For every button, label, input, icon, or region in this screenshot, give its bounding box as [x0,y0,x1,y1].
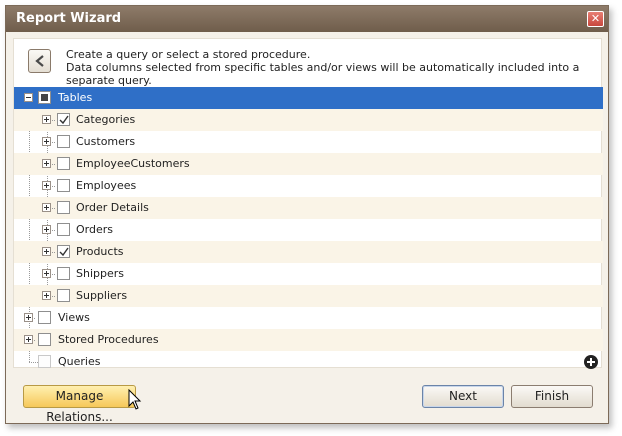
tree-node-label: Suppliers [76,289,128,302]
table-checkbox[interactable] [57,223,70,236]
expand-icon[interactable] [42,203,51,212]
arrow-left-icon [35,55,44,67]
description: Create a query or select a stored proced… [66,48,596,87]
table-checkbox[interactable] [57,157,70,170]
tree-node-table[interactable]: EmployeeCustomers [14,153,603,175]
tables-checkbox[interactable] [38,91,51,104]
next-button[interactable]: Next [422,385,504,408]
expand-icon[interactable] [42,115,51,124]
expand-icon[interactable] [42,181,51,190]
tree-node-label: Employees [76,179,137,192]
table-checkbox[interactable] [57,267,70,280]
tree-node-label: Order Details [76,201,149,214]
tree-node-views[interactable]: Views [14,307,603,329]
mouse-pointer-icon [128,389,142,410]
tree-node-stored-procedures[interactable]: Stored Procedures [14,329,603,351]
views-checkbox[interactable] [38,311,51,324]
table-checkbox[interactable] [57,289,70,302]
tree-node-label: Views [58,311,90,324]
tree-node-tables[interactable]: Tables [14,87,603,109]
expand-icon[interactable] [42,225,51,234]
content-panel: Create a query or select a stored proced… [13,38,603,369]
tree-node-label: Shippers [76,267,124,280]
add-query-icon[interactable] [584,355,598,369]
expand-icon[interactable] [42,137,51,146]
table-checkbox[interactable] [57,201,70,214]
tree-node-label: Stored Procedures [58,333,159,346]
tree-node-table[interactable]: Employees [14,175,603,197]
description-line-1: Create a query or select a stored proced… [66,48,311,61]
stored-procedures-checkbox[interactable] [38,333,51,346]
tree-node-table[interactable]: Products [14,241,603,263]
expand-icon[interactable] [42,159,51,168]
back-button[interactable] [28,49,51,73]
collapse-icon[interactable] [24,93,33,102]
expand-icon[interactable] [24,335,33,344]
tree-node-label: Queries [58,355,101,368]
tree-node-label: Orders [76,223,113,236]
expand-icon[interactable] [42,291,51,300]
tree-node-queries[interactable]: Queries [14,351,603,373]
checkmark-icon [59,115,69,125]
tree-node-table[interactable]: Shippers [14,263,603,285]
tree-node-table[interactable]: Customers [14,131,603,153]
description-line-2: Data columns selected from specific tabl… [66,61,580,87]
tree-node-label: Tables [58,91,93,104]
queries-checkbox[interactable] [38,355,51,368]
tree-node-label: Customers [76,135,136,148]
manage-relations-button[interactable]: Manage Relations... [23,385,136,424]
tree-node-table[interactable]: Order Details [14,197,603,219]
report-wizard-dialog: Report Wizard ✕ Create a query or select… [5,5,609,424]
checkmark-icon [59,247,69,257]
title-bar: Report Wizard [6,6,608,32]
tree-node-label: Categories [76,113,136,126]
tree-node-label: EmployeeCustomers [76,157,190,170]
table-checkbox[interactable] [57,113,70,126]
table-checkbox[interactable] [57,245,70,258]
expand-icon[interactable] [24,313,33,322]
window-title: Report Wizard [16,11,122,26]
close-button[interactable]: ✕ [587,11,604,27]
expand-icon[interactable] [42,269,51,278]
tree-node-table[interactable]: Categories [14,109,603,131]
tree-node-label: Products [76,245,124,258]
tree-line [29,351,30,362]
tree-line [29,362,38,363]
table-checkbox[interactable] [57,179,70,192]
expand-icon[interactable] [42,247,51,256]
finish-button[interactable]: Finish [511,385,593,408]
tree-node-table[interactable]: Suppliers [14,285,603,307]
table-checkbox[interactable] [57,135,70,148]
tree-node-table[interactable]: Orders [14,219,603,241]
